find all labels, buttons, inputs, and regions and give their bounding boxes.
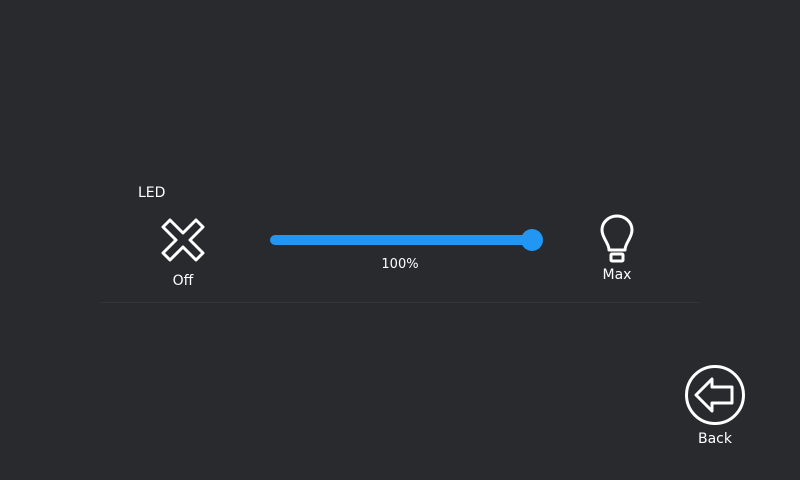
close-x-icon xyxy=(157,214,209,270)
back-button[interactable]: Back xyxy=(682,364,748,448)
led-max-button[interactable]: Max xyxy=(588,214,646,284)
led-control-screen: LED Off 100% Max Back xyxy=(0,0,800,480)
slider-fill xyxy=(270,235,532,245)
max-label: Max xyxy=(602,267,632,283)
led-off-button[interactable]: Off xyxy=(153,214,213,290)
slider-track xyxy=(270,235,532,245)
light-bulb-icon xyxy=(597,214,637,270)
section-title: LED xyxy=(138,185,166,201)
slider-value-label: 100% xyxy=(381,257,419,272)
brightness-slider[interactable] xyxy=(270,228,543,252)
back-arrow-icon xyxy=(684,364,746,430)
off-label: Off xyxy=(172,273,194,289)
divider xyxy=(100,302,700,303)
back-label: Back xyxy=(698,431,732,447)
slider-knob[interactable] xyxy=(521,229,543,251)
